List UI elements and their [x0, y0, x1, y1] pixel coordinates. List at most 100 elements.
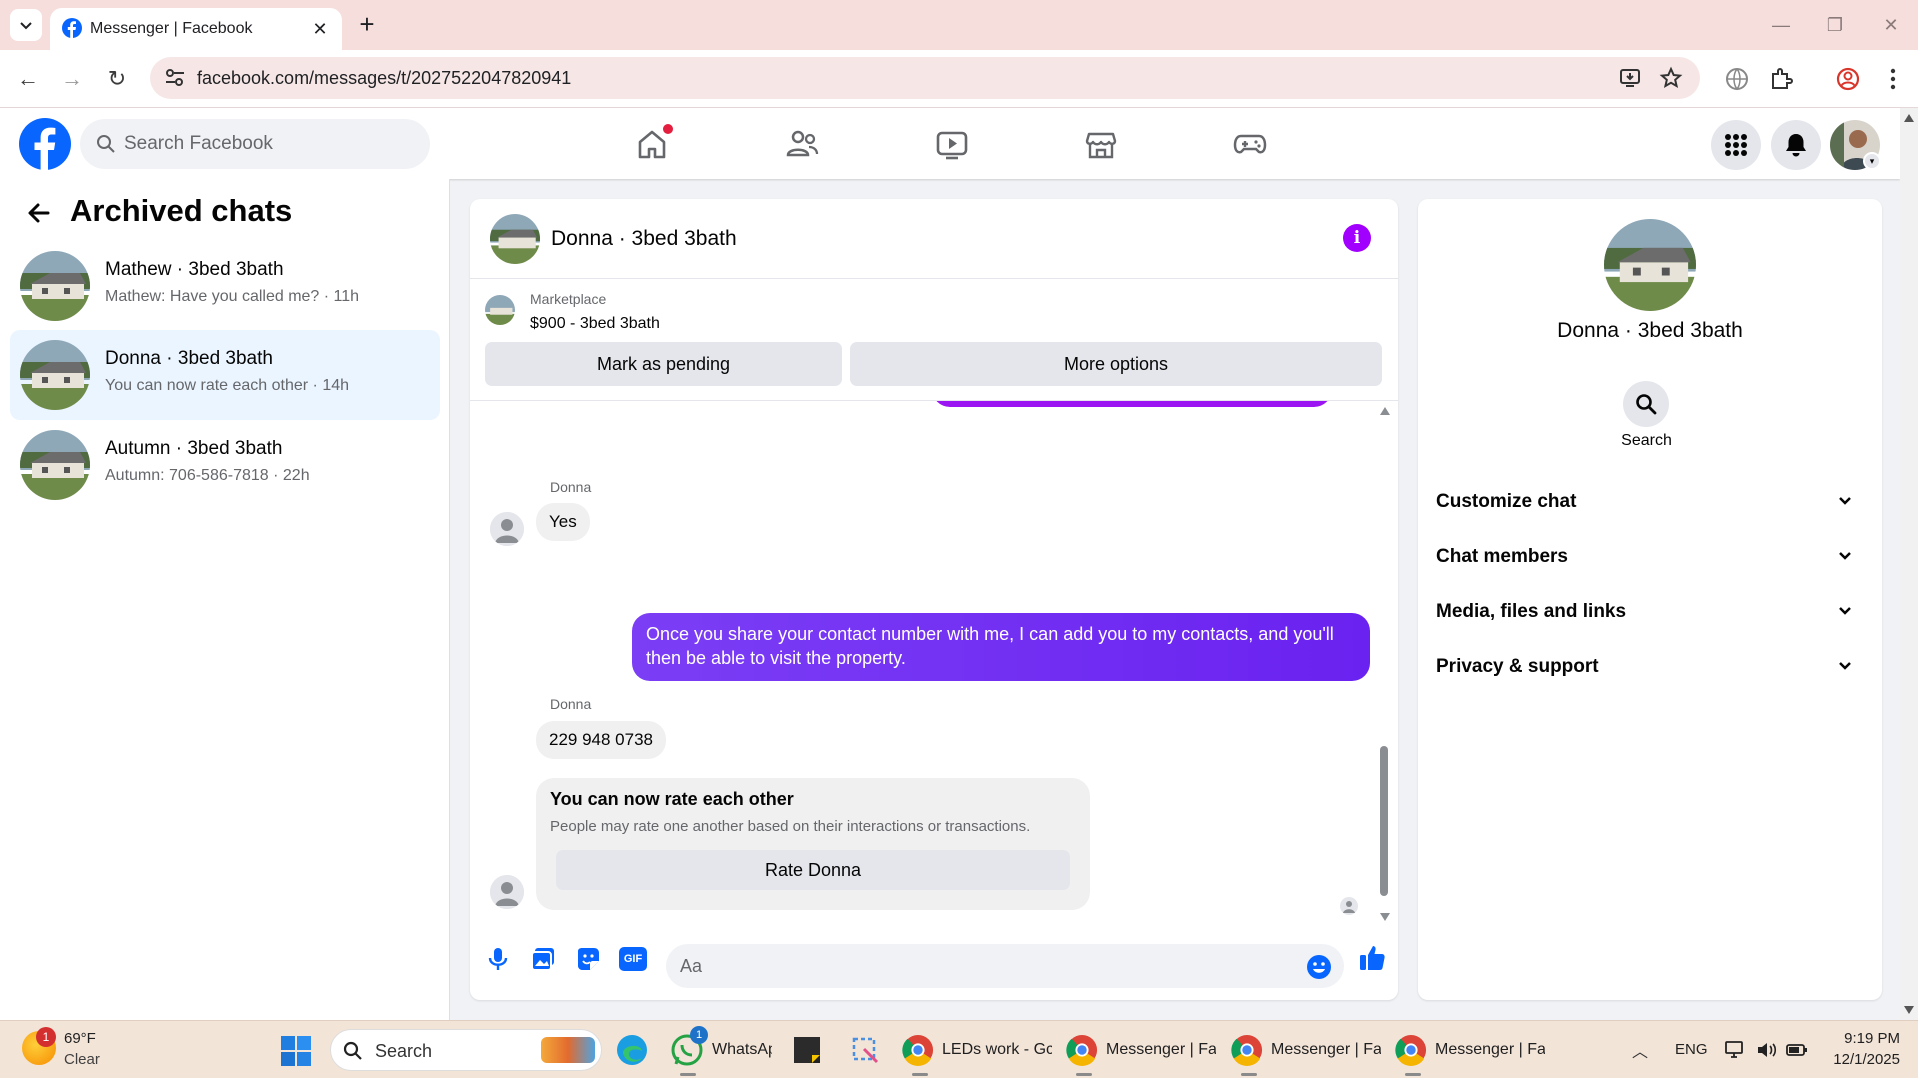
chevron-down-icon [1839, 662, 1851, 670]
message-input-wrapper[interactable] [666, 944, 1344, 988]
running-indicator [1241, 1073, 1257, 1076]
reload-icon[interactable]: ↻ [101, 63, 133, 95]
taskbar-app-label: Messenger | Fa [1271, 1041, 1381, 1058]
tab-list-button[interactable] [10, 9, 42, 41]
conversation-title[interactable]: Donna · 3bed 3bath [551, 227, 737, 251]
info-icon[interactable]: i [1343, 224, 1371, 252]
back-arrow-icon[interactable] [26, 200, 52, 226]
translate-globe-icon[interactable] [1724, 66, 1750, 92]
emoji-icon[interactable] [1306, 954, 1332, 980]
site-info-icon[interactable] [164, 68, 186, 88]
gaming-icon[interactable] [1230, 124, 1270, 164]
scroll-down-icon[interactable] [1380, 913, 1390, 921]
menu-grid-button[interactable] [1711, 120, 1761, 170]
incoming-message[interactable]: 229 948 0738 [536, 721, 666, 759]
taskbar-chrome-messenger-2[interactable]: Messenger | Fa [1231, 1030, 1381, 1070]
scroll-down-icon[interactable] [1904, 1006, 1914, 1014]
rating-card: You can now rate each other People may r… [536, 778, 1090, 910]
chrome-icon [1066, 1034, 1098, 1066]
active-browser-tab[interactable]: Messenger | Facebook ✕ [50, 8, 342, 50]
clock-time[interactable]: 9:19 PM [1820, 1030, 1900, 1047]
page-scrollbar[interactable] [1900, 108, 1918, 1020]
conversation-header: Donna · 3bed 3bath i [470, 199, 1398, 279]
sender-avatar[interactable] [490, 875, 524, 909]
photo-icon[interactable] [529, 945, 557, 973]
customize-chat-row[interactable]: Customize chat [1436, 480, 1866, 524]
input-language[interactable]: ENG [1675, 1041, 1708, 1058]
video-icon[interactable] [932, 124, 972, 164]
outgoing-message[interactable]: Once you share your contact number with … [632, 613, 1370, 681]
friends-icon[interactable] [782, 124, 822, 164]
account-menu-chevron-icon[interactable]: ▾ [1863, 152, 1881, 170]
network-icon[interactable] [1724, 1040, 1746, 1060]
extensions-icon[interactable] [1768, 66, 1794, 92]
chat-item-donna[interactable]: Donna · 3bed 3bath You can now rate each… [10, 330, 440, 420]
back-icon[interactable]: ← [12, 63, 44, 95]
house-thumbnail [20, 251, 90, 321]
close-window-icon[interactable]: ✕ [1878, 12, 1904, 38]
chat-members-row[interactable]: Chat members [1436, 535, 1866, 579]
weather-temperature[interactable]: 69°F [64, 1030, 96, 1047]
gif-icon[interactable]: GIF [619, 947, 647, 971]
taskbar-chrome-messenger-1[interactable]: Messenger | Fa [1066, 1030, 1216, 1070]
windows-start-icon[interactable] [281, 1036, 311, 1066]
forward-icon[interactable]: → [56, 63, 88, 95]
restore-icon[interactable]: ❐ [1822, 12, 1848, 38]
taskbar-snipping-tool[interactable] [850, 1030, 880, 1070]
chat-item-mathew[interactable]: Mathew · 3bed 3bath Mathew: Have you cal… [10, 241, 440, 331]
microphone-icon[interactable] [484, 945, 512, 973]
volume-icon[interactable] [1756, 1040, 1778, 1060]
chat-name: Autumn · 3bed 3bath [105, 438, 283, 459]
message-list[interactable]: Donna Yes Once you share your contact nu… [470, 400, 1398, 925]
privacy-support-row[interactable]: Privacy & support [1436, 645, 1866, 689]
section-label: Chat members [1436, 546, 1568, 567]
taskbar-search[interactable]: Search [330, 1029, 602, 1071]
clock-date[interactable]: 12/1/2025 [1820, 1051, 1900, 1068]
browser-menu-icon[interactable] [1880, 66, 1906, 92]
more-options-button[interactable]: More options [850, 342, 1382, 386]
section-label: Customize chat [1436, 491, 1577, 512]
conversation-avatar[interactable] [490, 214, 540, 264]
listing-title[interactable]: $900 - 3bed 3bath [530, 315, 660, 333]
facebook-search[interactable] [80, 119, 430, 169]
thumbs-up-icon[interactable] [1357, 943, 1387, 973]
message-input[interactable] [680, 944, 1280, 988]
edge-icon [617, 1035, 647, 1065]
incoming-message[interactable]: Yes [536, 503, 590, 541]
taskbar-chrome-messenger-3[interactable]: Messenger | Fa [1395, 1030, 1545, 1070]
scroll-up-icon[interactable] [1380, 407, 1390, 415]
conversation-search-button[interactable] [1623, 381, 1669, 427]
battery-icon[interactable] [1786, 1040, 1808, 1060]
new-tab-button[interactable]: + [352, 10, 382, 40]
install-app-icon[interactable] [1618, 66, 1642, 90]
marketplace-icon[interactable] [1081, 124, 1121, 164]
media-files-links-row[interactable]: Media, files and links [1436, 590, 1866, 634]
bookmark-star-icon[interactable] [1659, 66, 1683, 90]
url-text: facebook.com/messages/t/2027522047820941 [197, 68, 572, 88]
sticker-icon[interactable] [574, 945, 602, 973]
taskbar-whatsapp[interactable]: WhatsApp [670, 1030, 775, 1070]
chat-item-autumn[interactable]: Autumn · 3bed 3bath Autumn: 706-586-7818… [10, 420, 440, 510]
windows-taskbar: 1 69°F Clear Search WhatsApp 1 LEDs work… [0, 1020, 1918, 1078]
search-icon [343, 1041, 362, 1060]
taskbar-edge[interactable] [615, 1030, 649, 1070]
search-icon [97, 135, 115, 153]
show-hidden-icons-chevron-icon[interactable]: ︿ [1632, 1038, 1648, 1062]
taskbar-chrome-leds[interactable]: LEDs work - Gc [902, 1030, 1052, 1070]
close-tab-icon[interactable]: ✕ [308, 17, 332, 41]
facebook-logo-icon[interactable] [19, 118, 71, 170]
scrollbar-thumb[interactable] [1380, 746, 1388, 896]
chrome-icon [902, 1034, 934, 1066]
minimize-icon[interactable]: — [1768, 12, 1794, 38]
house-thumbnail [20, 340, 90, 410]
chat-preview: Autumn: 706-586-7818 · 22h [105, 467, 310, 484]
notifications-button[interactable] [1771, 120, 1821, 170]
profile-icon[interactable] [1835, 66, 1861, 92]
search-input[interactable] [124, 119, 414, 169]
sender-avatar[interactable] [490, 512, 524, 546]
mark-as-pending-button[interactable]: Mark as pending [485, 342, 842, 386]
address-bar[interactable]: facebook.com/messages/t/2027522047820941 [150, 57, 1700, 99]
taskbar-sticky-notes[interactable] [792, 1030, 822, 1070]
scroll-up-icon[interactable] [1904, 114, 1914, 122]
rate-donna-button[interactable]: Rate Donna [556, 850, 1070, 890]
